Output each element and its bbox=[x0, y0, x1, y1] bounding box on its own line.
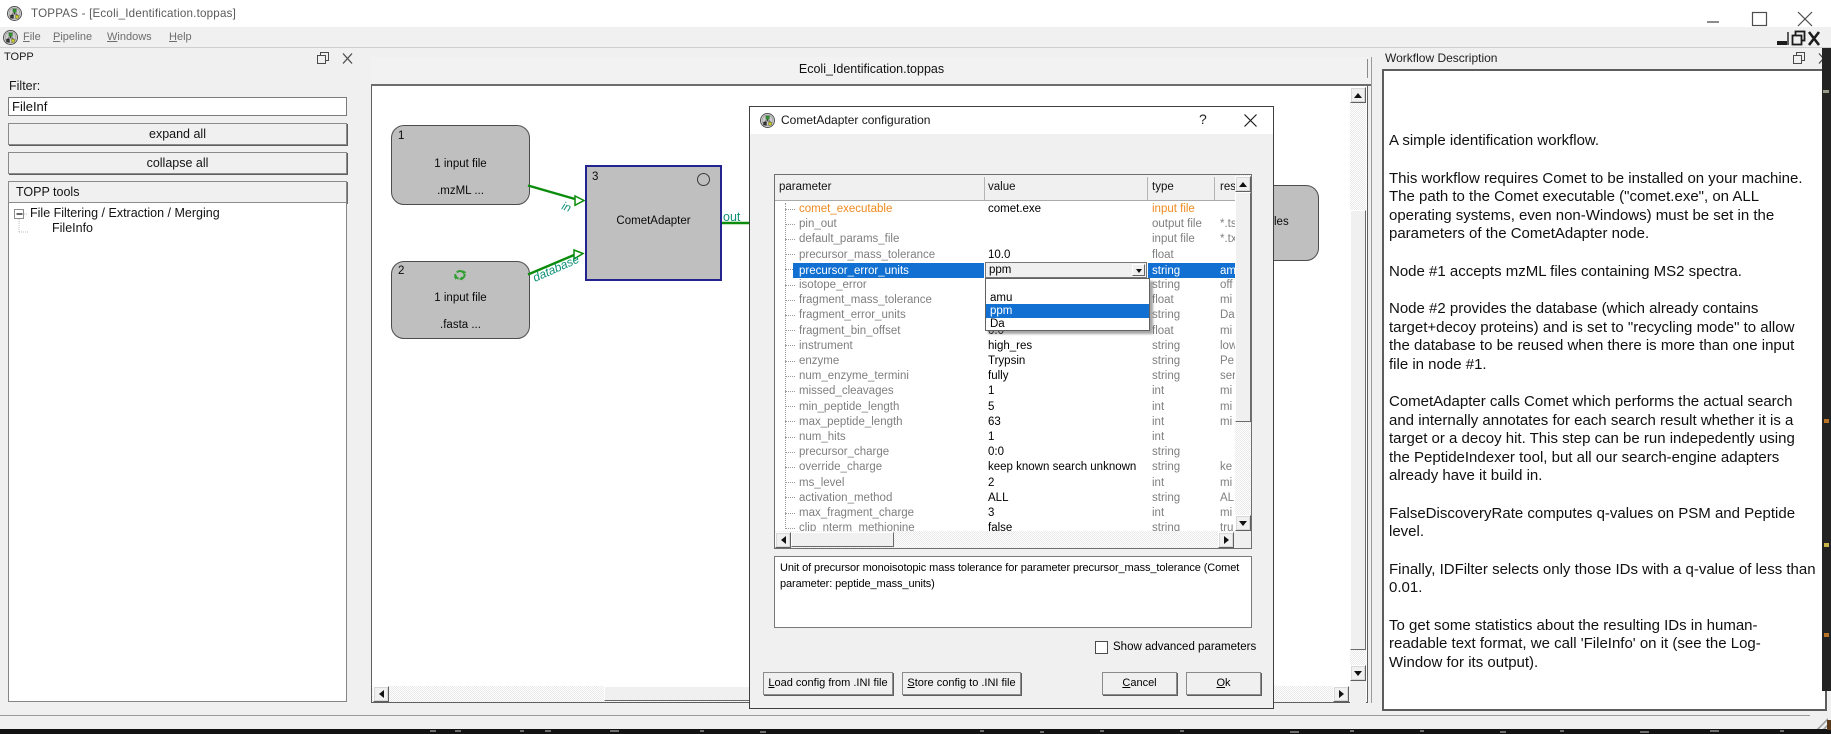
svg-text:in: in bbox=[560, 201, 573, 215]
svg-text:database: database bbox=[531, 252, 582, 285]
svg-text:out: out bbox=[723, 210, 741, 224]
